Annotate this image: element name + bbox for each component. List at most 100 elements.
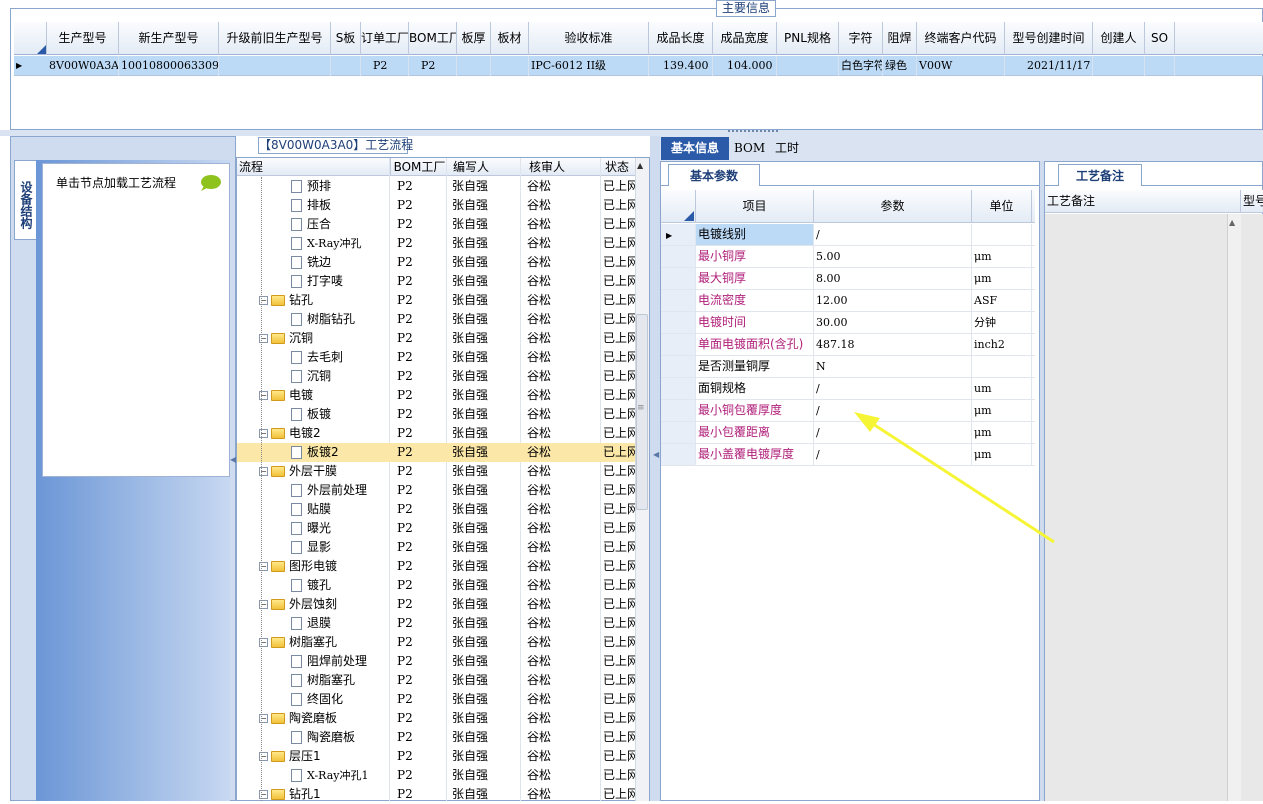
param-value[interactable]: 5.00 bbox=[814, 246, 972, 267]
param-unit[interactable]: um bbox=[972, 378, 1032, 399]
param-unit[interactable]: μm bbox=[972, 268, 1032, 289]
param-value[interactable]: / bbox=[814, 378, 972, 399]
top-cell-5[interactable]: P2 bbox=[409, 56, 457, 76]
top-col-3[interactable]: S板 bbox=[331, 22, 361, 55]
top-col-9[interactable]: 成品长度 bbox=[649, 22, 713, 55]
top-cell-3[interactable] bbox=[331, 56, 361, 76]
process-row[interactable]: 镀孔 P2 张自强 谷松 已上网 bbox=[237, 576, 635, 595]
param-row[interactable]: 面铜规格 / um bbox=[661, 378, 1035, 400]
device-structure-tab[interactable]: 设备结构 bbox=[14, 160, 36, 240]
param-value[interactable]: N bbox=[814, 356, 972, 377]
tab-work-hours[interactable]: 工时 bbox=[772, 137, 802, 160]
col-writer[interactable]: 编写人 bbox=[447, 158, 521, 176]
tab-basic-params[interactable]: 基本参数 bbox=[668, 164, 760, 186]
top-cell-10[interactable]: 104.000 bbox=[713, 56, 777, 76]
top-col-7[interactable]: 板材 bbox=[491, 22, 529, 55]
top-cell-7[interactable] bbox=[491, 56, 529, 76]
top-col-4[interactable]: 订单工厂 bbox=[361, 22, 409, 55]
top-cell-0[interactable]: 8V00W0A3A0 bbox=[47, 56, 119, 76]
top-col-5[interactable]: BOM工厂 bbox=[409, 22, 457, 55]
param-unit[interactable] bbox=[972, 224, 1032, 245]
param-value[interactable]: 8.00 bbox=[814, 268, 972, 289]
process-row[interactable]: − 层压1 P2 张自强 谷松 已上网 bbox=[237, 747, 635, 766]
process-row[interactable]: − 沉铜 P2 张自强 谷松 已上网 bbox=[237, 329, 635, 348]
collapse-right-icon[interactable]: ◀ bbox=[653, 450, 659, 459]
top-col-12[interactable]: 字符 bbox=[839, 22, 883, 55]
param-row[interactable]: ▶ 电镀线别 / bbox=[661, 224, 1035, 246]
process-row[interactable]: 排板 P2 张自强 谷松 已上网 bbox=[237, 196, 635, 215]
vertical-splitter[interactable] bbox=[650, 136, 660, 801]
tab-bom[interactable]: BOM bbox=[734, 137, 765, 160]
top-cell-13[interactable]: 绿色 bbox=[883, 56, 917, 76]
param-unit[interactable]: μm bbox=[972, 246, 1032, 267]
top-col-16[interactable]: 创建人 bbox=[1093, 22, 1145, 55]
notes-scroll-up-icon[interactable]: ▲ bbox=[1229, 218, 1235, 227]
top-col-8[interactable]: 验收标准 bbox=[529, 22, 649, 55]
process-row[interactable]: 外层前处理 P2 张自强 谷松 已上网 bbox=[237, 481, 635, 500]
col-model[interactable]: 型号 bbox=[1243, 190, 1263, 213]
param-value[interactable]: 30.00 bbox=[814, 312, 972, 333]
process-row[interactable]: 沉铜 P2 张自强 谷松 已上网 bbox=[237, 367, 635, 386]
tab-process-notes[interactable]: 工艺备注 bbox=[1058, 164, 1142, 186]
top-cell-9[interactable]: 139.400 bbox=[649, 56, 713, 76]
top-cell-15[interactable]: 2021/11/17 bbox=[1005, 56, 1093, 76]
top-col-0[interactable]: 生产型号 bbox=[47, 22, 119, 55]
process-row[interactable]: − 外层干膜 P2 张自强 谷松 已上网 bbox=[237, 462, 635, 481]
param-unit[interactable] bbox=[972, 356, 1032, 377]
top-cell-4[interactable]: P2 bbox=[361, 56, 409, 76]
process-row[interactable]: − 电镀 P2 张自强 谷松 已上网 bbox=[237, 386, 635, 405]
col-status[interactable]: 状态 bbox=[601, 158, 635, 176]
process-row[interactable]: 压合 P2 张自强 谷松 已上网 bbox=[237, 215, 635, 234]
col-unit[interactable]: 单位 bbox=[972, 190, 1032, 223]
process-row[interactable]: − 电镀2 P2 张自强 谷松 已上网 bbox=[237, 424, 635, 443]
process-row[interactable]: X-Ray冲孔 P2 张自强 谷松 已上网 bbox=[237, 234, 635, 253]
col-checker[interactable]: 核审人 bbox=[521, 158, 601, 176]
process-row[interactable]: 终固化 P2 张自强 谷松 已上网 bbox=[237, 690, 635, 709]
process-row[interactable]: 去毛刺 P2 张自强 谷松 已上网 bbox=[237, 348, 635, 367]
col-param[interactable]: 参数 bbox=[814, 190, 972, 223]
top-col-15[interactable]: 型号创建时间 bbox=[1005, 22, 1093, 55]
param-value[interactable]: 487.18 bbox=[814, 334, 972, 355]
process-row[interactable]: − 树脂塞孔 P2 张自强 谷松 已上网 bbox=[237, 633, 635, 652]
top-cell-12[interactable]: 白色字符 bbox=[839, 56, 883, 76]
top-cell-8[interactable]: IPC-6012 II级 bbox=[529, 56, 649, 76]
top-col-11[interactable]: PNL规格 bbox=[777, 22, 839, 55]
param-unit[interactable]: 分钟 bbox=[972, 312, 1032, 333]
param-unit[interactable]: ASF bbox=[972, 290, 1032, 311]
top-col-13[interactable]: 阻焊 bbox=[883, 22, 917, 55]
top-cell-2[interactable] bbox=[219, 56, 331, 76]
param-row[interactable]: 最小铜厚 5.00 μm bbox=[661, 246, 1035, 268]
process-row[interactable]: 阻焊前处理 P2 张自强 谷松 已上网 bbox=[237, 652, 635, 671]
process-row[interactable]: 曝光 P2 张自强 谷松 已上网 bbox=[237, 519, 635, 538]
param-value[interactable]: / bbox=[814, 224, 972, 245]
param-row[interactable]: 是否测量铜厚 N bbox=[661, 356, 1035, 378]
process-row[interactable]: − 陶瓷磨板 P2 张自强 谷松 已上网 bbox=[237, 709, 635, 728]
notes-scrollbar[interactable] bbox=[1227, 214, 1241, 801]
param-row[interactable]: 电镀时间 30.00 分钟 bbox=[661, 312, 1035, 334]
process-row[interactable]: 打字唛 P2 张自强 谷松 已上网 bbox=[237, 272, 635, 291]
param-row[interactable]: 电流密度 12.00 ASF bbox=[661, 290, 1035, 312]
top-cell-1[interactable]: 10010800063309 bbox=[119, 56, 219, 76]
top-cell-14[interactable]: V00W bbox=[917, 56, 1005, 76]
top-col-10[interactable]: 成品宽度 bbox=[713, 22, 777, 55]
param-unit[interactable]: inch2 bbox=[972, 334, 1032, 355]
top-col-2[interactable]: 升级前旧生产型号 bbox=[219, 22, 331, 55]
top-cell-17[interactable] bbox=[1145, 56, 1175, 76]
param-row[interactable]: 最大铜厚 8.00 μm bbox=[661, 268, 1035, 290]
tab-basic-info[interactable]: 基本信息 bbox=[661, 137, 729, 160]
param-row[interactable]: 单面电镀面积(含孔) 487.18 inch2 bbox=[661, 334, 1035, 356]
param-value[interactable]: 12.00 bbox=[814, 290, 972, 311]
top-col-17[interactable]: SO bbox=[1145, 22, 1175, 55]
process-row[interactable]: 显影 P2 张自强 谷松 已上网 bbox=[237, 538, 635, 557]
process-row[interactable]: 板镀 P2 张自强 谷松 已上网 bbox=[237, 405, 635, 424]
top-cell-11[interactable] bbox=[777, 56, 839, 76]
process-row[interactable]: − 钻孔1 P2 张自强 谷松 已上网 bbox=[237, 785, 635, 804]
col-notes[interactable]: 工艺备注 bbox=[1047, 190, 1241, 213]
top-col-1[interactable]: 新生产型号 bbox=[119, 22, 219, 55]
col-process[interactable]: 流程 bbox=[237, 158, 391, 176]
col-bom-factory[interactable]: BOM工厂 bbox=[391, 158, 447, 176]
top-cell-6[interactable] bbox=[457, 56, 491, 76]
process-row[interactable]: 预排 P2 张自强 谷松 已上网 bbox=[237, 177, 635, 196]
top-col-14[interactable]: 终端客户代码 bbox=[917, 22, 1005, 55]
col-item[interactable]: 项目 bbox=[696, 190, 814, 223]
